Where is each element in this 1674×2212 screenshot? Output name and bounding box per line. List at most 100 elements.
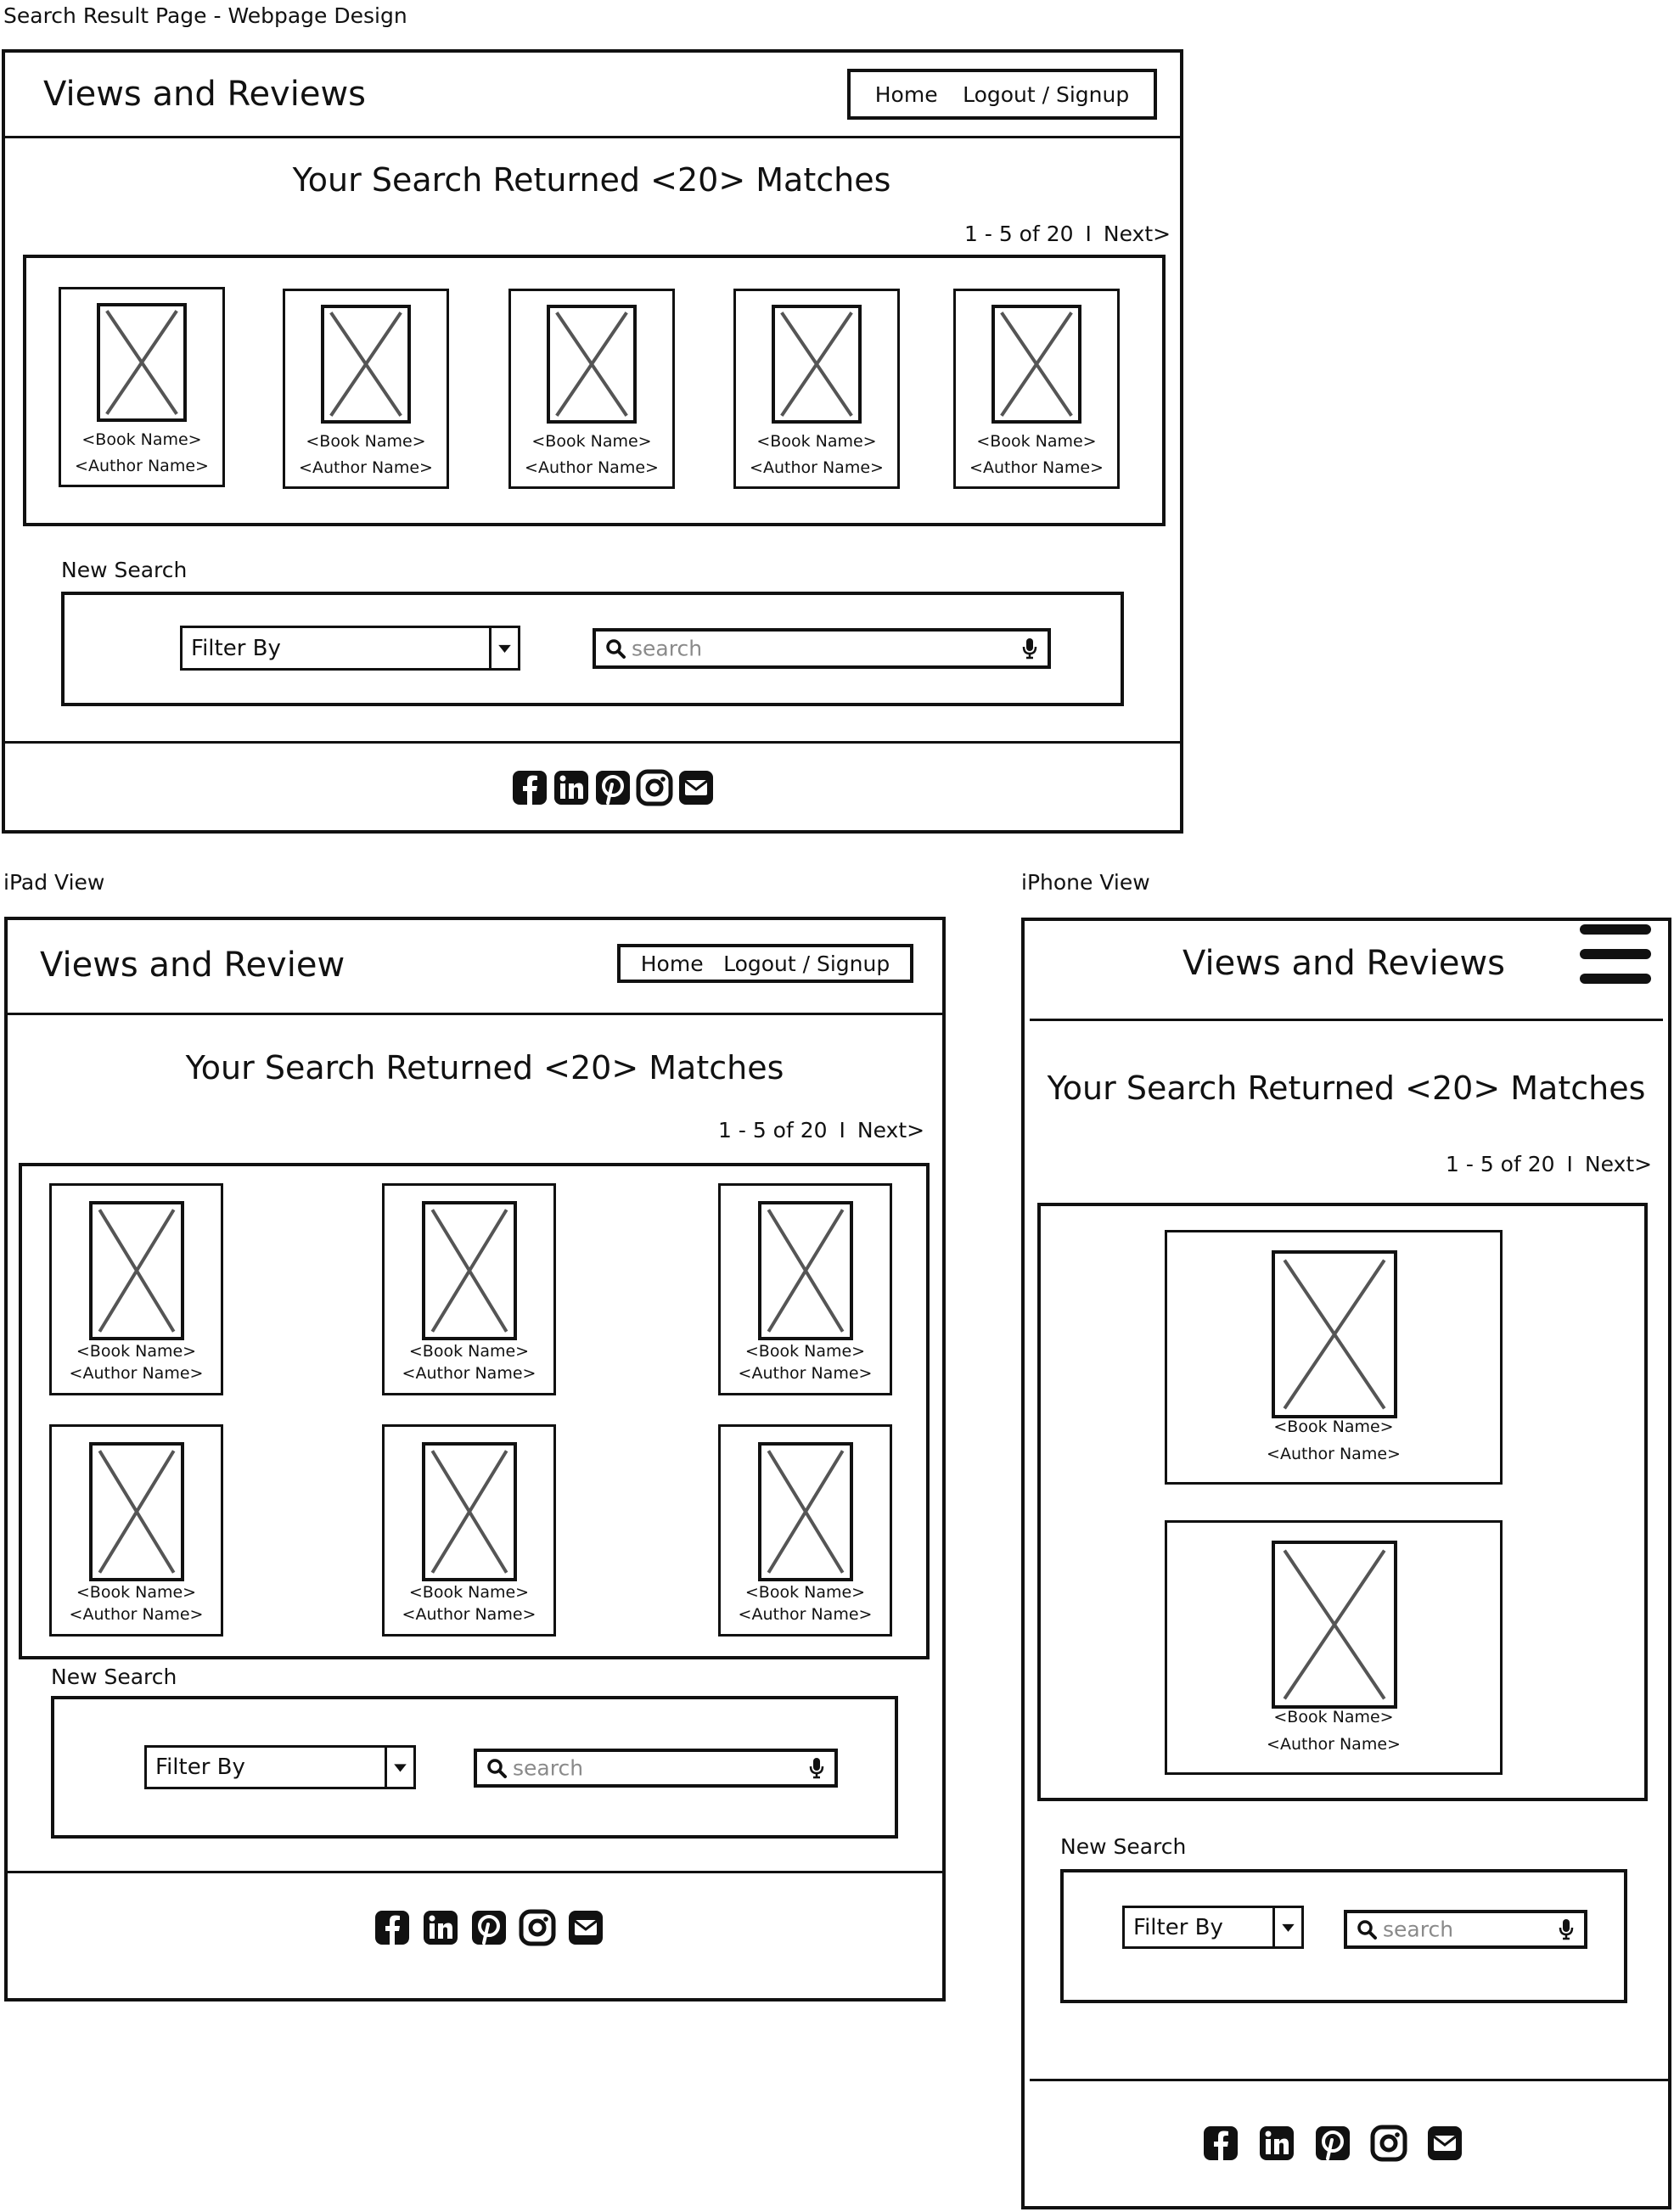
ipad-social-icons: [374, 1909, 604, 1946]
author-name: <Author Name>: [69, 1605, 204, 1624]
search-placeholder: search: [632, 636, 703, 661]
pinterest-icon[interactable]: [1314, 2125, 1351, 2162]
microphone-icon[interactable]: [809, 1757, 824, 1779]
book-cover-placeholder-image: [1272, 1541, 1397, 1709]
iphone-filter-by-select[interactable]: Filter By: [1122, 1906, 1304, 1949]
author-name: <Author Name>: [738, 1364, 873, 1383]
results-grid: <Book Name> <Author Name> <Book Name> <Auth…: [23, 255, 1166, 526]
filter-by-select[interactable]: Filter By: [180, 626, 520, 671]
microphone-icon[interactable]: [1559, 1918, 1574, 1940]
ipad-filter-by-select[interactable]: Filter By: [144, 1745, 416, 1789]
nav-logout-signup-link[interactable]: Logout / Signup: [963, 82, 1129, 107]
iphone-header-divider: [1030, 1019, 1663, 1021]
book-cover-placeholder-image: [758, 1201, 853, 1340]
footer-divider: [3, 741, 1180, 744]
search-icon: [1357, 1920, 1377, 1940]
book-cover-placeholder-image: [1272, 1250, 1397, 1418]
book-card[interactable]: <Book Name> <Author Name>: [49, 1183, 223, 1395]
ipad-nav-home-link[interactable]: Home: [641, 952, 704, 976]
chevron-down-icon[interactable]: [489, 628, 518, 668]
ipad-results-grid: <Book Name> <Author Name> <Book Name> <Auth…: [19, 1163, 930, 1659]
instagram-icon[interactable]: [636, 769, 673, 806]
book-card[interactable]: <Book Name> <Author Name>: [59, 287, 225, 487]
instagram-icon[interactable]: [519, 1909, 556, 1946]
ipad-pagination-range: 1 - 5 of 20: [718, 1118, 828, 1142]
iphone-results-grid: <Book Name> <Author Name> <Book Name> <Auth…: [1037, 1203, 1648, 1801]
ipad-nav-logout-signup-link[interactable]: Logout / Signup: [723, 952, 890, 976]
email-icon[interactable]: [677, 769, 715, 806]
book-card[interactable]: <Book Name> <Author Name>: [382, 1424, 556, 1637]
author-name: <Author Name>: [525, 458, 659, 477]
next-page-link[interactable]: Next>: [1104, 222, 1171, 246]
header-divider: [3, 136, 1180, 138]
iphone-results-heading: Your Search Returned <20> Matches: [1047, 1070, 1646, 1107]
book-name: <Book Name>: [744, 1342, 866, 1361]
book-name: <Book Name>: [1273, 1418, 1394, 1436]
book-card[interactable]: <Book Name> <Author Name>: [49, 1424, 223, 1637]
book-cover-placeholder-image: [772, 305, 862, 424]
book-name: <Book Name>: [976, 432, 1097, 451]
pinterest-icon[interactable]: [594, 769, 632, 806]
author-name: <Author Name>: [402, 1605, 536, 1624]
chevron-down-icon[interactable]: [385, 1748, 413, 1787]
instagram-icon[interactable]: [1370, 2125, 1407, 2162]
ipad-search-input[interactable]: search: [474, 1749, 838, 1788]
nav-home-link[interactable]: Home: [875, 82, 938, 107]
book-card[interactable]: <Book Name> <Author Name>: [1165, 1520, 1503, 1775]
linkedin-icon[interactable]: [553, 769, 590, 806]
book-card[interactable]: <Book Name> <Author Name>: [283, 289, 449, 489]
book-card[interactable]: <Book Name> <Author Name>: [382, 1183, 556, 1395]
author-name: <Author Name>: [1267, 1735, 1401, 1754]
book-card[interactable]: <Book Name> <Author Name>: [508, 289, 675, 489]
email-icon[interactable]: [1426, 2125, 1463, 2162]
book-cover-placeholder-image: [547, 305, 637, 424]
ipad-header-divider: [6, 1013, 942, 1015]
hamburger-menu-icon[interactable]: [1580, 924, 1651, 985]
email-icon[interactable]: [567, 1909, 604, 1946]
book-cover-placeholder-image: [97, 303, 187, 422]
book-name: <Book Name>: [76, 1583, 197, 1602]
iphone-pagination-range: 1 - 5 of 20: [1446, 1152, 1555, 1176]
book-card[interactable]: <Book Name> <Author Name>: [733, 289, 900, 489]
search-icon: [487, 1759, 507, 1778]
iphone-next-page-link[interactable]: Next>: [1585, 1152, 1652, 1176]
social-icons: [511, 769, 715, 806]
book-name: <Book Name>: [744, 1583, 866, 1602]
ipad-search-placeholder: search: [513, 1755, 584, 1781]
book-card[interactable]: <Book Name> <Author Name>: [953, 289, 1120, 489]
microphone-icon[interactable]: [1022, 637, 1037, 660]
book-card[interactable]: <Book Name> <Author Name>: [718, 1424, 892, 1637]
search-icon: [606, 639, 626, 659]
facebook-icon[interactable]: [1202, 2125, 1239, 2162]
ipad-filter-by-value: Filter By: [155, 1754, 245, 1780]
ipad-caption: iPad View: [3, 870, 105, 895]
desktop-caption: Search Result Page - Webpage Design: [3, 3, 407, 28]
linkedin-icon[interactable]: [1258, 2125, 1295, 2162]
book-cover-placeholder-image: [89, 1201, 184, 1340]
filter-by-value: Filter By: [191, 635, 281, 661]
pinterest-icon[interactable]: [470, 1909, 508, 1946]
site-title[interactable]: Views and Reviews: [43, 75, 366, 114]
new-search-label: New Search: [61, 558, 188, 582]
ipad-next-page-link[interactable]: Next>: [857, 1118, 924, 1142]
iphone-search-placeholder: search: [1383, 1917, 1454, 1942]
nav-bar: Home Logout / Signup: [847, 69, 1157, 120]
iphone-pagination-separator: I: [1566, 1152, 1573, 1176]
iphone-site-title[interactable]: Views and Reviews: [1021, 944, 1666, 983]
iphone-new-search-label: New Search: [1060, 1834, 1187, 1859]
ipad-nav-bar: Home Logout / Signup: [617, 944, 913, 983]
facebook-icon[interactable]: [374, 1909, 411, 1946]
chevron-down-icon[interactable]: [1272, 1908, 1301, 1946]
iphone-footer-divider: [1030, 2079, 1670, 2081]
search-input[interactable]: search: [593, 628, 1051, 669]
iphone-caption: iPhone View: [1021, 870, 1150, 895]
iphone-search-input[interactable]: search: [1344, 1910, 1587, 1949]
iphone-filter-by-value: Filter By: [1133, 1914, 1223, 1940]
book-card[interactable]: <Book Name> <Author Name>: [1165, 1230, 1503, 1485]
book-card[interactable]: <Book Name> <Author Name>: [718, 1183, 892, 1395]
book-name: <Book Name>: [306, 432, 426, 451]
linkedin-icon[interactable]: [422, 1909, 459, 1946]
author-name: <Author Name>: [738, 1605, 873, 1624]
ipad-site-title[interactable]: Views and Review: [40, 946, 345, 985]
facebook-icon[interactable]: [511, 769, 548, 806]
